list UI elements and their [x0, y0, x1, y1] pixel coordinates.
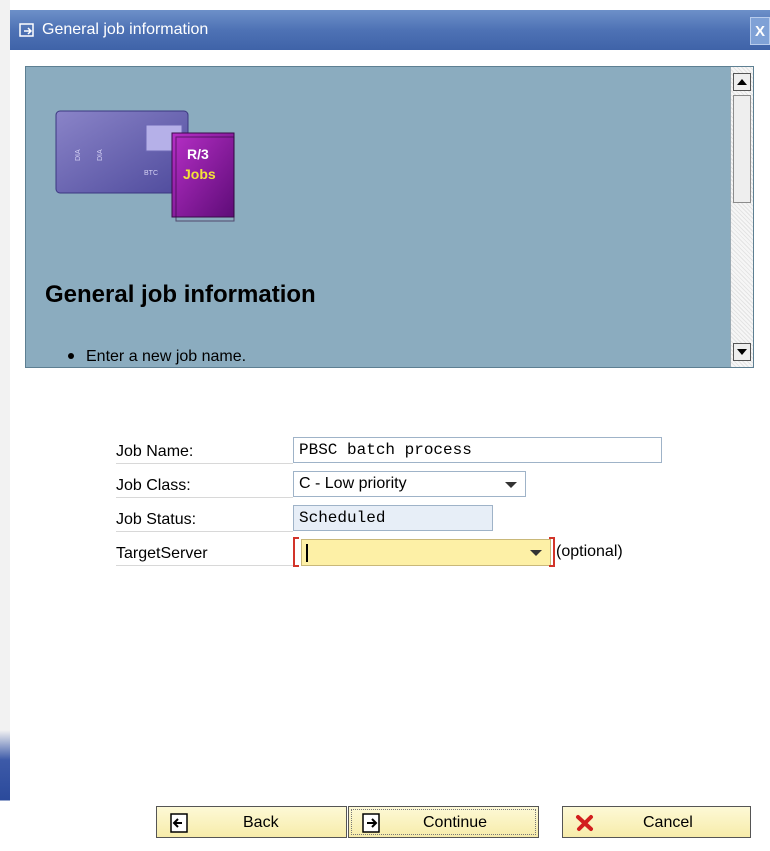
scroll-thumb[interactable]	[733, 95, 751, 203]
scroll-down-icon	[737, 349, 747, 355]
continue-label: Continue	[423, 814, 488, 831]
job-name-input[interactable]: PBSC batch process	[293, 437, 662, 463]
optional-hint: (optional)	[556, 543, 623, 560]
chevron-down-icon[interactable]	[505, 482, 517, 488]
scroll-up-icon	[737, 79, 747, 85]
dialog-window: General job information X DIA DIA BTC R/…	[10, 0, 770, 851]
window-left-edge	[0, 0, 10, 851]
back-arrow-icon	[169, 813, 189, 833]
logo-card-text-3: BTC	[144, 170, 158, 177]
chevron-down-icon[interactable]	[530, 550, 542, 556]
logo-card-text-2: DIA	[97, 149, 104, 161]
text-cursor	[306, 544, 308, 562]
scroll-down-button[interactable]	[733, 343, 751, 361]
window-title: General job information	[42, 21, 209, 38]
banner-scrollbar[interactable]	[730, 67, 753, 367]
job-status-label: Job Status:	[116, 509, 293, 532]
dialog-icon	[18, 21, 36, 39]
target-server-label: TargetServer	[116, 543, 293, 566]
required-marker-left	[293, 537, 299, 567]
banner-bullet-item: Enter a new job name.	[68, 348, 246, 366]
target-server-dropdown[interactable]	[301, 539, 551, 566]
job-class-dropdown[interactable]: C - Low priority	[293, 471, 526, 497]
job-status-field: Scheduled	[293, 505, 493, 531]
close-button[interactable]: X	[750, 17, 770, 45]
banner-heading: General job information	[45, 281, 316, 308]
back-button[interactable]: Back	[156, 806, 347, 838]
job-class-label: Job Class:	[116, 475, 293, 498]
red-x-icon	[575, 813, 595, 833]
scroll-up-button[interactable]	[733, 73, 751, 91]
close-icon: X	[754, 22, 765, 40]
continue-button[interactable]: Continue	[348, 806, 539, 838]
bullet-text: Enter a new job name.	[86, 348, 247, 365]
job-class-value: C - Low priority	[299, 475, 407, 492]
back-label: Back	[243, 814, 279, 831]
logo-jobs-text: Jobs	[183, 166, 216, 182]
r3-jobs-logo: DIA DIA BTC R/3 Jobs	[55, 110, 235, 222]
logo-card-text-1: DIA	[75, 149, 82, 161]
logo-r3-text: R/3	[187, 146, 209, 162]
job-name-label: Job Name:	[116, 441, 293, 464]
forward-arrow-icon	[361, 813, 381, 833]
cancel-button[interactable]: Cancel	[562, 806, 751, 838]
banner-content: DIA DIA BTC R/3 Jobs General job informa…	[26, 67, 731, 367]
cancel-label: Cancel	[643, 814, 693, 831]
info-banner: DIA DIA BTC R/3 Jobs General job informa…	[25, 66, 754, 368]
bullet-icon	[68, 353, 74, 359]
required-marker-right	[549, 537, 555, 567]
title-bar: General job information X	[10, 10, 770, 50]
